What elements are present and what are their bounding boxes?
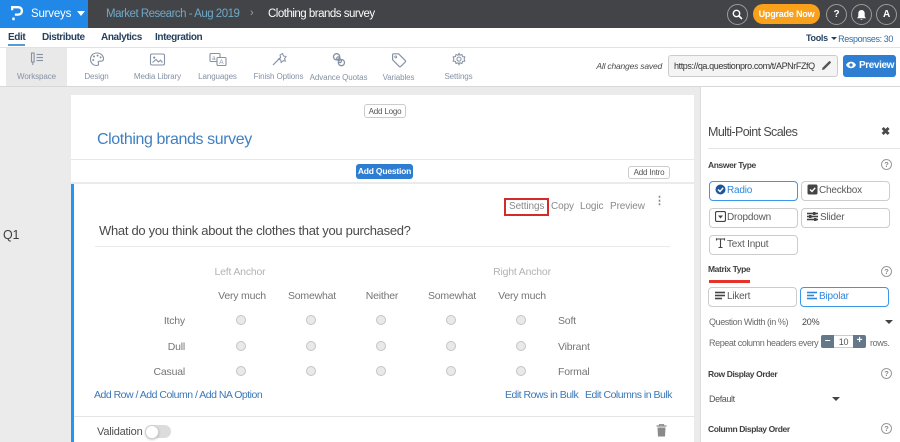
- svg-text:a: a: [212, 55, 216, 62]
